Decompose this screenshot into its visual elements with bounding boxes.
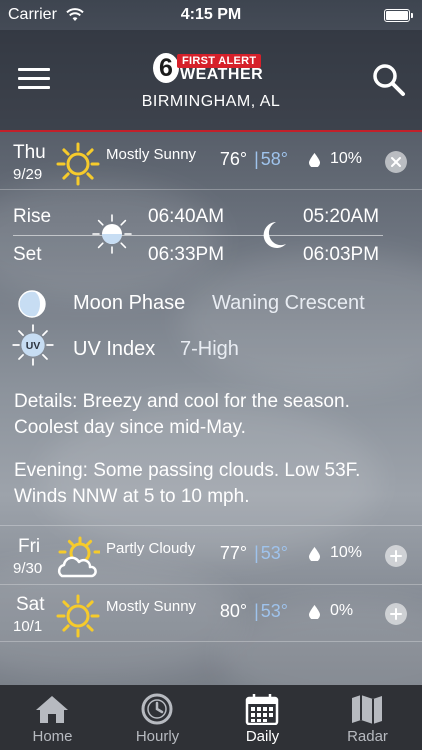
logo-weather: WEATHER [180,66,264,83]
calendar-icon [245,694,279,725]
moon-phase-row: Moon Phase Waning Crescent [0,286,422,320]
sunrise-sunset-icon [92,214,132,254]
raindrop-icon [309,547,320,561]
search-icon[interactable] [372,63,406,97]
sunset-time: 06:33PM [148,244,225,265]
partly-cloudy-icon [57,536,100,578]
uv-index-row: UV UV Index 7-High [0,324,422,366]
divider [0,584,422,585]
logo-number: 6 [153,53,179,83]
day-name: Sat [16,594,45,615]
temperature-range: 80° | 53° [208,601,288,622]
day-row-today[interactable]: Thu 9/29 Mostly Sunny 76° | 58° 10% [0,134,422,188]
condition-text: Partly Cloudy [106,540,196,557]
day-date: 9/30 [13,560,43,577]
tab-radar[interactable]: Radar [315,685,420,750]
tab-bar: Home Hourly Daily Radar [0,685,422,750]
tab-label: Hourly [135,728,180,745]
day-row-forecast[interactable]: Fri 9/30 Partly Cloudy 77° | 53° 10% [0,528,422,582]
sun-icon [56,594,100,638]
divider [0,641,422,642]
condition-text: Mostly Sunny [106,598,197,615]
low-temp: 58° [260,149,288,169]
hamburger-menu-icon[interactable] [18,68,50,90]
low-temp: 53° [260,601,288,621]
set-label: Set [13,244,42,265]
tab-daily[interactable]: Daily [210,685,315,750]
home-icon [36,696,68,723]
raindrop-icon [309,605,320,619]
uv-sun-icon: UV [12,324,54,366]
sunrise-time: 06:40AM [148,206,225,227]
uv-badge: UV [26,340,41,352]
collapse-close-icon[interactable] [385,151,407,173]
details-text: Details: Breezy and cool for the season.… [14,391,350,438]
tab-hourly[interactable]: Hourly [105,685,210,750]
horizon-line [13,235,383,236]
battery-icon [384,9,413,22]
temperature-range: 77° | 53° [208,543,288,564]
day-date: 9/29 [13,166,43,183]
temp-separator: | [254,601,259,621]
tab-label: Radar [347,728,388,745]
station-logo: 6 FIRST ALERT WEATHER [153,52,271,84]
low-temp: 53° [260,543,288,563]
moon-icon [263,222,286,248]
temp-separator: | [254,149,259,169]
moonset-time: 06:03PM [303,244,380,265]
precip-chance: 10% [330,150,363,167]
divider [0,189,422,190]
sun-icon [56,142,100,186]
day-date: 10/1 [13,618,43,635]
city-name: BIRMINGHAM, AL [141,93,281,110]
day-name: Thu [13,142,46,163]
temperature-range: 76° | 58° [208,149,288,170]
status-bar: Carrier 4:15 PM [0,0,422,30]
moonrise-time: 05:20AM [303,206,380,227]
day-name: Fri [18,536,41,557]
header-accent-line [0,130,422,132]
high-temp: 76° [219,149,248,169]
evening-text: Evening: Some passing clouds. Low 53F. W… [14,460,361,507]
rise-label: Rise [13,206,52,227]
moon-phase-icon [18,290,46,318]
uv-index-value: 7-High [180,338,239,360]
clock-icon [141,693,173,725]
moon-phase-label: Moon Phase [73,292,186,314]
temp-separator: | [254,543,259,563]
precip-chance: 10% [330,544,363,561]
high-temp: 80° [219,601,248,621]
expand-plus-icon[interactable] [385,545,407,567]
map-icon [352,695,382,724]
uv-index-label: UV Index [73,338,156,360]
condition-text: Mostly Sunny [106,146,197,163]
day-row-forecast[interactable]: Sat 10/1 Mostly Sunny 80° | 53° 0% [0,586,422,640]
tab-label: Daily [245,728,280,745]
tab-home[interactable]: Home [0,685,105,750]
precip-chance: 0% [330,602,354,619]
moon-phase-value: Waning Crescent [212,292,365,314]
app-header: 6 FIRST ALERT WEATHER BIRMINGHAM, AL [0,30,422,130]
divider [0,525,422,526]
expand-plus-icon[interactable] [385,603,407,625]
tab-label: Home [32,728,73,745]
raindrop-icon [309,153,320,167]
status-time: 4:15 PM [180,6,242,23]
high-temp: 77° [219,543,248,563]
